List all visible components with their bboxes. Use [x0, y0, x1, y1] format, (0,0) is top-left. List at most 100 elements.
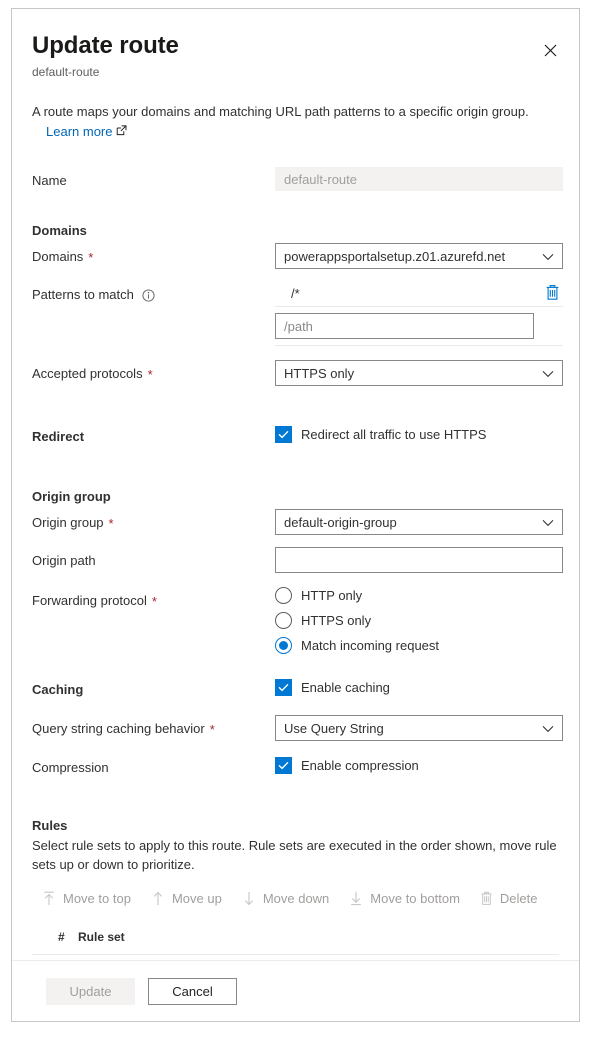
radio-label: HTTP only: [301, 588, 363, 603]
move-up-label: Move up: [171, 890, 222, 906]
redirect-label-text: Redirect: [32, 429, 85, 444]
page-title: Update route: [32, 32, 179, 59]
move-to-bottom-label: Move to bottom: [370, 890, 460, 906]
enable-compression-label: Enable compression: [301, 757, 419, 773]
redirect-checkbox[interactable]: [275, 425, 292, 443]
delete-icon: [545, 284, 560, 304]
column-header-rule-set: Rule set: [78, 930, 125, 944]
redirect-label: Redirect: [32, 423, 275, 447]
forwarding-protocol-label: Forwarding protocol *: [32, 587, 275, 611]
pattern-input-wrapper: /path: [275, 307, 563, 346]
pattern-input[interactable]: /path: [275, 313, 534, 339]
radio-https-only[interactable]: HTTPS only: [275, 612, 559, 629]
arrow-down-icon: [242, 891, 256, 906]
cancel-button[interactable]: Cancel: [148, 977, 237, 1005]
accepted-protocols-label-text: Accepted protocols: [32, 366, 143, 381]
query-string-required-marker: *: [209, 721, 215, 737]
radio-match-incoming-request[interactable]: Match incoming request: [275, 637, 559, 654]
patterns-label-text: Patterns to match: [32, 287, 134, 302]
update-route-panel: Update route default-route A route maps …: [11, 8, 580, 1022]
trash-icon: [480, 891, 493, 906]
external-link-icon: [116, 122, 127, 141]
radio-circle-icon: [275, 587, 292, 604]
origin-group-label: Origin group *: [32, 509, 275, 533]
pattern-row: /*: [275, 281, 563, 307]
info-icon[interactable]: [142, 288, 155, 302]
forwarding-protocol-required-marker: *: [151, 593, 157, 609]
domains-section-heading: Domains: [32, 223, 87, 238]
rules-table-header: # Rule set: [32, 920, 559, 955]
pattern-value: /*: [291, 286, 300, 301]
chevron-down-icon: [542, 366, 554, 381]
delete-pattern-button[interactable]: [545, 284, 563, 304]
enable-caching-label: Enable caching: [301, 679, 390, 695]
rules-heading: Rules: [32, 818, 68, 833]
update-button[interactable]: Update: [46, 977, 135, 1005]
close-icon: [544, 44, 557, 57]
origin-group-value: default-origin-group: [284, 514, 397, 530]
query-string-value: Use Query String: [284, 720, 384, 736]
page-subtitle: default-route: [32, 65, 100, 79]
origin-group-required-marker: *: [108, 515, 114, 531]
column-header-number: #: [58, 930, 65, 944]
close-button[interactable]: [535, 35, 565, 65]
name-input: default-route: [275, 167, 563, 191]
chevron-down-icon: [542, 249, 554, 264]
move-down-button[interactable]: Move down: [232, 883, 339, 913]
field-row-name: Name default-route: [32, 167, 563, 191]
compression-label: Compression: [32, 754, 275, 778]
accepted-protocols-label: Accepted protocols *: [32, 360, 275, 384]
origin-path-label: Origin path: [32, 547, 275, 571]
field-row-compression: Compression Enable compression: [32, 754, 559, 778]
move-to-top-label: Move to top: [63, 890, 131, 906]
compression-checkbox-row[interactable]: Enable compression: [275, 754, 559, 776]
origin-group-section-heading: Origin group: [32, 489, 111, 504]
panel-description: A route maps your domains and matching U…: [12, 80, 579, 141]
move-to-top-button[interactable]: Move to top: [32, 883, 141, 913]
accepted-protocols-required-marker: *: [147, 366, 153, 382]
move-to-bottom-icon: [349, 891, 363, 906]
domains-label-text: Domains: [32, 249, 84, 264]
move-to-bottom-button[interactable]: Move to bottom: [339, 883, 470, 913]
domains-label: Domains *: [32, 243, 275, 267]
move-down-label: Move down: [262, 890, 330, 906]
domains-dropdown[interactable]: powerappsportalsetup.z01.azurefd.net: [275, 243, 563, 269]
patterns-label: Patterns to match: [32, 281, 275, 305]
enable-caching-checkbox[interactable]: [275, 678, 292, 696]
route-form: Name default-route Domains Domains * pow…: [12, 167, 579, 955]
field-row-query-string: Query string caching behavior * Use Quer…: [32, 715, 563, 741]
delete-rule-button[interactable]: Delete: [470, 883, 548, 913]
radio-circle-icon: [275, 612, 292, 629]
name-label: Name: [32, 167, 275, 191]
radio-http-only[interactable]: HTTP only: [275, 587, 559, 604]
learn-more-link[interactable]: Learn more: [46, 122, 127, 141]
rules-description: Select rule sets to apply to this route.…: [32, 838, 557, 872]
rules-command-bar: Move to top Move up Move down Move to bo…: [32, 882, 559, 914]
radio-label: Match incoming request: [301, 638, 440, 653]
delete-label: Delete: [499, 890, 538, 906]
description-text: A route maps your domains and matching U…: [32, 104, 529, 119]
name-label-text: Name: [32, 173, 67, 188]
field-row-accepted-protocols: Accepted protocols * HTTPS only: [32, 360, 563, 386]
caching-checkbox-row[interactable]: Enable caching: [275, 676, 559, 698]
forwarding-protocol-radio-group: HTTP only HTTPS only Match incoming requ…: [275, 587, 559, 654]
field-row-domains: Domains * powerappsportalsetup.z01.azure…: [32, 243, 563, 269]
panel-header: Update route default-route: [12, 9, 579, 80]
origin-group-dropdown[interactable]: default-origin-group: [275, 509, 563, 535]
origin-path-label-text: Origin path: [32, 553, 96, 568]
compression-label-text: Compression: [32, 760, 109, 775]
forwarding-protocol-label-text: Forwarding protocol: [32, 593, 147, 608]
accepted-protocols-dropdown[interactable]: HTTPS only: [275, 360, 563, 386]
arrow-up-icon: [151, 891, 165, 906]
radio-circle-selected-icon: [275, 637, 292, 654]
enable-compression-checkbox[interactable]: [275, 756, 292, 774]
redirect-checkbox-label: Redirect all traffic to use HTTPS: [301, 426, 487, 442]
redirect-checkbox-row[interactable]: Redirect all traffic to use HTTPS: [275, 423, 559, 445]
rules-section: Rules Select rule sets to apply to this …: [32, 816, 559, 955]
origin-path-input[interactable]: [275, 547, 563, 573]
move-up-button[interactable]: Move up: [141, 883, 232, 913]
domains-dropdown-value: powerappsportalsetup.z01.azurefd.net: [284, 248, 506, 264]
query-string-label-text: Query string caching behavior: [32, 721, 205, 736]
radio-label: HTTPS only: [301, 613, 372, 628]
query-string-dropdown[interactable]: Use Query String: [275, 715, 563, 741]
